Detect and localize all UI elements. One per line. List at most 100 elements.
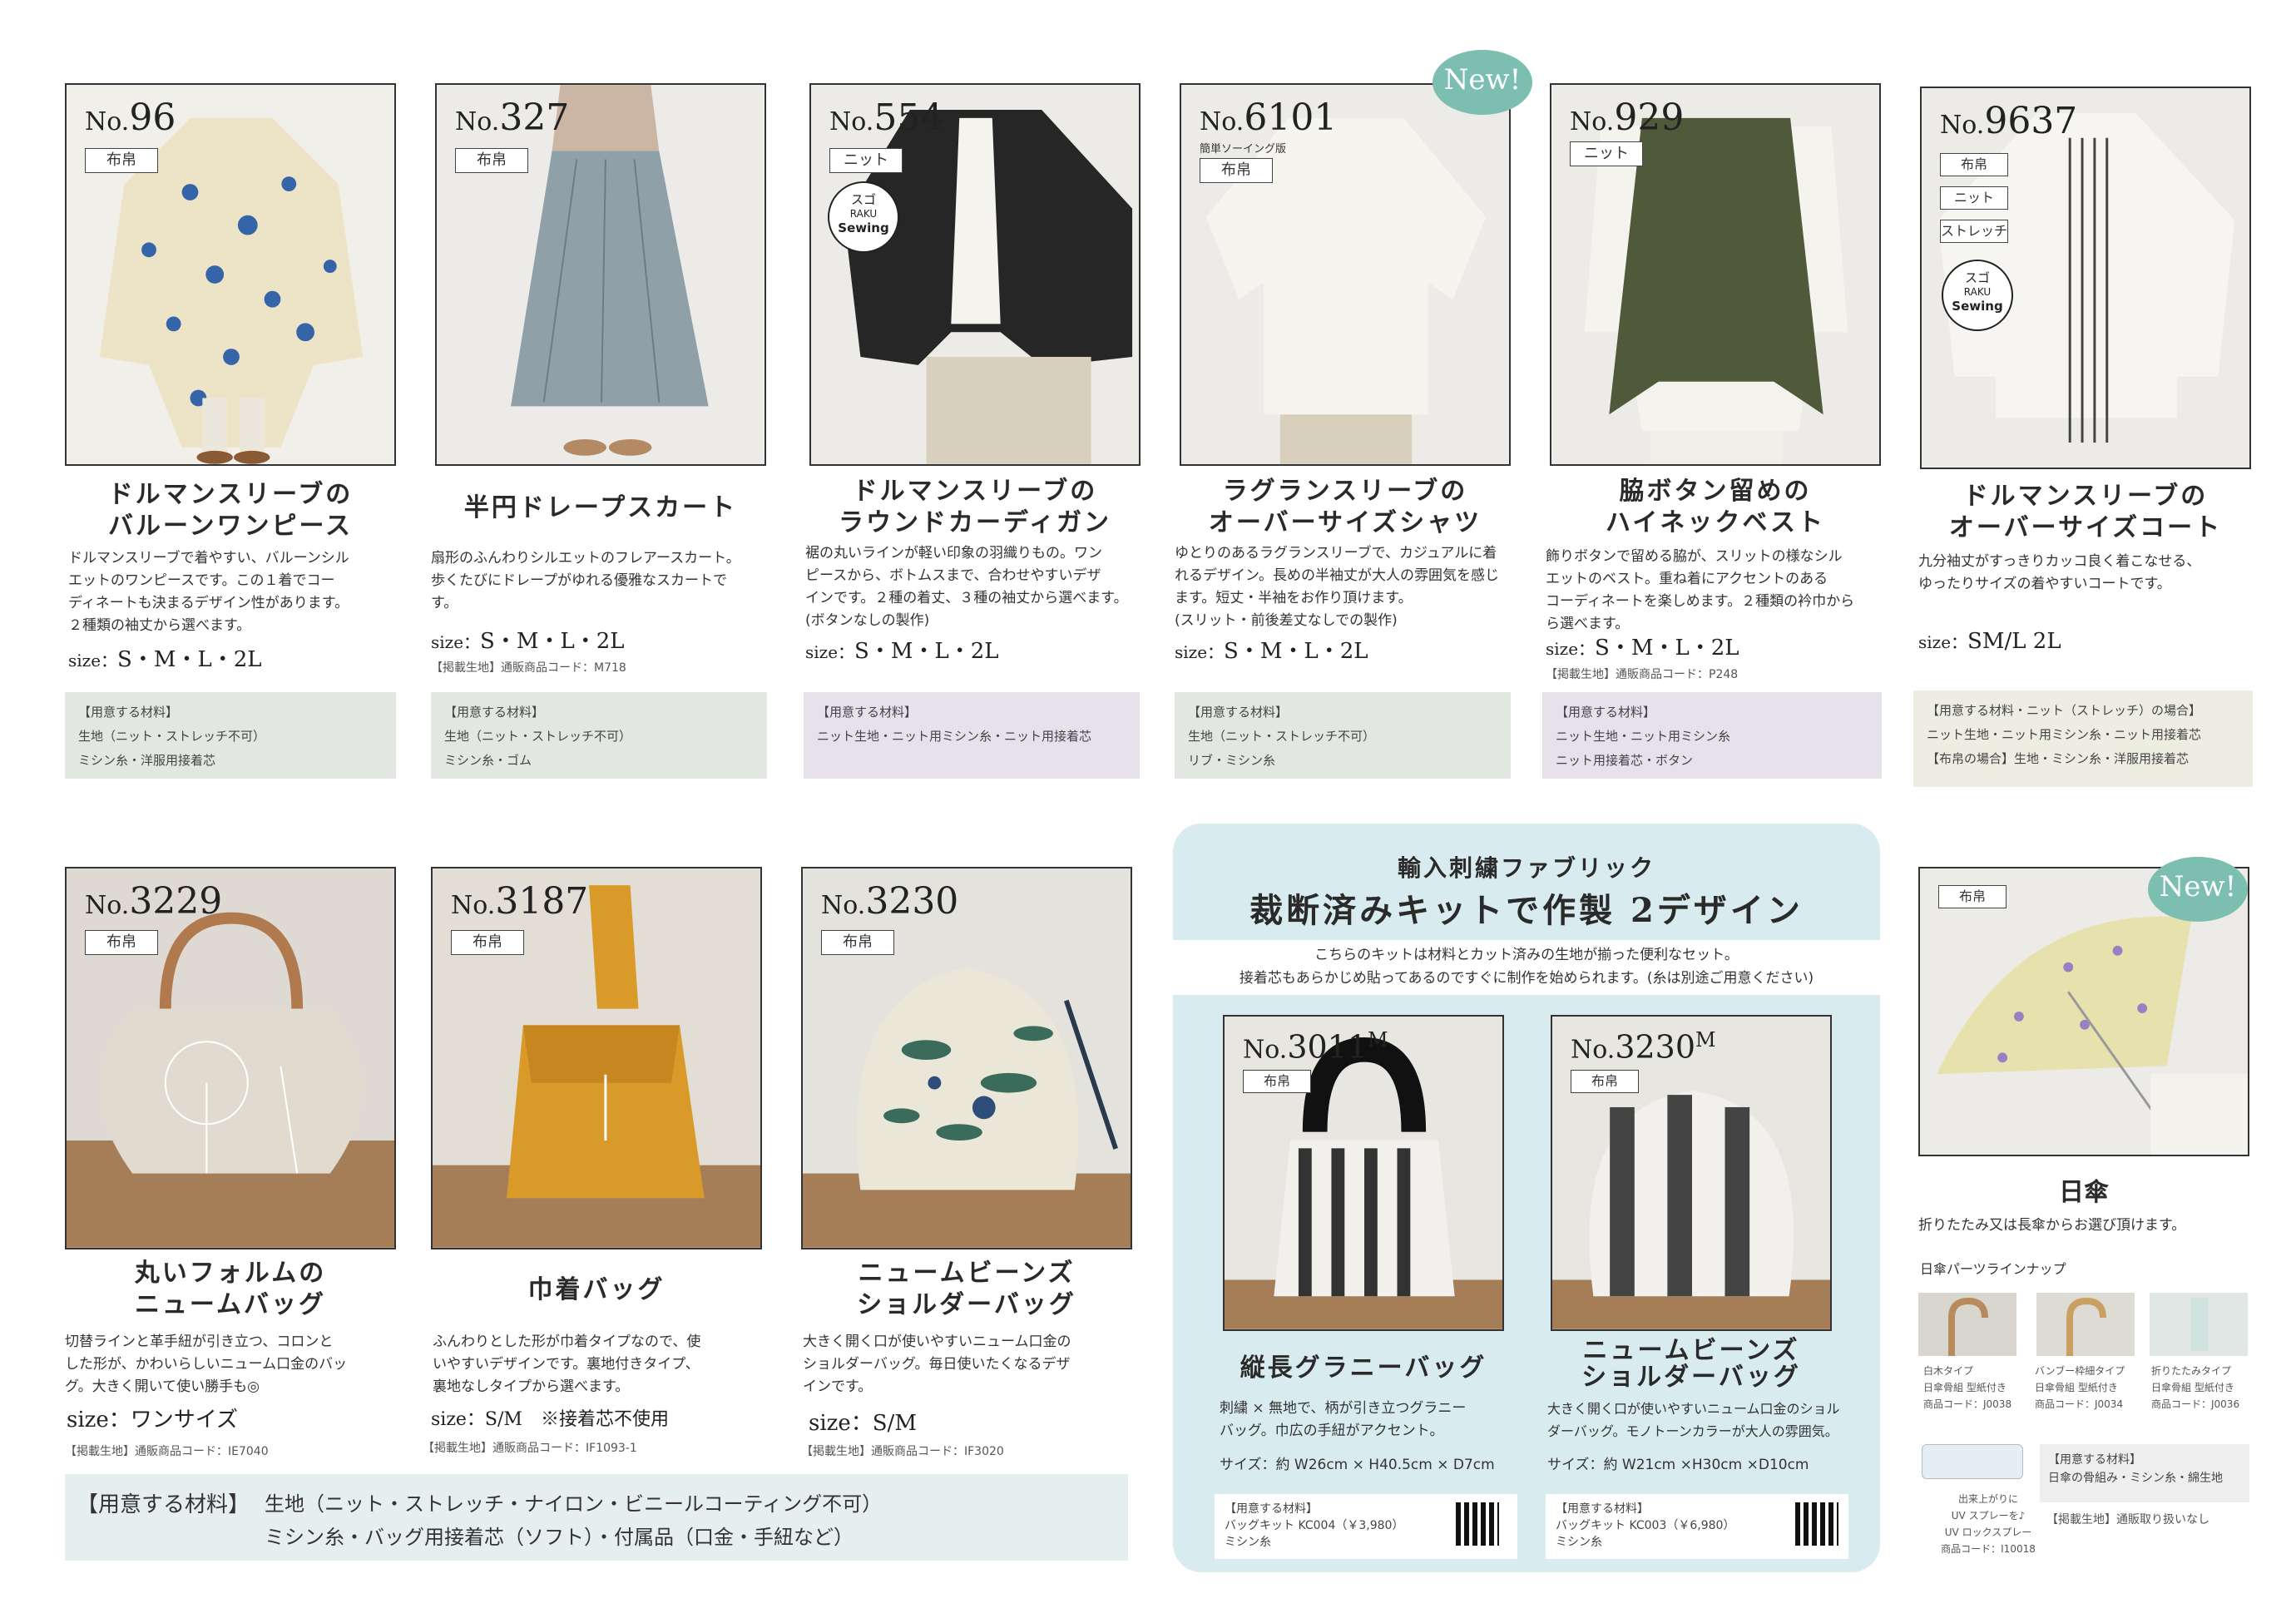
kit-intro: こちらのキットは材料とカット済みの生地が揃った便利なセット。 接着芯もあらかじめ貼… xyxy=(1173,940,1880,995)
bag-photo-3229: No.3229 布帛 xyxy=(65,867,396,1249)
uv-spray-info: 出来上がりに UV スプレーを♪ UV ロックスプレー 商品コード：I10018 xyxy=(1941,1493,2036,1555)
part-photo-1 xyxy=(1918,1293,2016,1356)
fabric-tag: 布帛 xyxy=(451,930,524,955)
product-title: ラグランスリーブの オーバーサイズシャツ xyxy=(1208,477,1482,537)
fabric-tag: 布帛 xyxy=(85,930,158,955)
kit-size: サイズ：約 W26cm × H40.5cm × D7cm xyxy=(1220,1457,1495,1473)
part-info: 白木タイプ 日傘骨組 型紙付き 商品コード：J0038 xyxy=(1923,1365,2012,1410)
size-range: size：ワンサイズ xyxy=(67,1408,238,1432)
fabric-tag: ニット xyxy=(829,148,903,173)
part-info: 折りたたみタイプ 日傘骨組 型紙付き 商品コード：J0036 xyxy=(2151,1365,2240,1410)
product-photo-554: No.554 ニット スゴ RAKU Sewing xyxy=(809,83,1141,466)
fabric-tag: 布帛 xyxy=(455,148,528,173)
product-description: 飾りボタンで留める脇が、スリットの様なシル エットのベスト。重ね着にアクセントのあ… xyxy=(1546,548,1855,632)
kit-description: 刺繍 × 無地で、柄が引き立つグラニー バッグ。巾広の手紐がアクセント。 xyxy=(1220,1400,1467,1439)
skirt-illustration xyxy=(437,85,765,464)
raku-sewing-badge: スゴ RAKU Sewing xyxy=(828,181,899,253)
stretch-tag: ストレッチ xyxy=(1940,220,2008,243)
fabric-code: 【掲載生地】通販商品コード：M718 xyxy=(431,661,626,675)
drawstring-bag-illustration xyxy=(433,868,760,1248)
new-badge: New! xyxy=(1433,50,1532,115)
product-number: No.96 xyxy=(85,96,176,139)
materials-box: 【用意する材料】 生地（ニット・ストレッチ不可） リブ・ミシン糸 xyxy=(1175,692,1511,779)
bag-materials-line2: ミシン糸・バッグ用接着芯（ソフト）・付属品（口金・手紐など） xyxy=(265,1526,854,1549)
new-badge: New! xyxy=(2148,857,2248,922)
kit-heading-large: 裁断済みキットで作製 2デザイン xyxy=(1249,891,1804,930)
kit-description: 大きく開く口が使いやすいニューム口金のショル ダーバッグ。モノトーンカラーが大人の… xyxy=(1547,1401,1840,1439)
part-photo-3 xyxy=(2150,1293,2248,1356)
materials-box: 【用意する材料】 生地（ニット・ストレッチ不可） ミシン糸・洋服用接着芯 xyxy=(65,692,396,779)
size-range: size：S・M・L・2L xyxy=(431,629,625,654)
product-description: 裾の丸いラインが軽い印象の羽織りもの。ワン ピースから、ボトムスまで、合わせやすい… xyxy=(805,545,1128,629)
product-number: No.3230M xyxy=(1571,1028,1716,1066)
folding-umbrella-icon xyxy=(2191,1298,2208,1351)
kit-photo-3230: No.3230M 布帛 xyxy=(1551,1015,1832,1331)
kit-heading-small: 輸入刺繍ファブリック xyxy=(1397,854,1655,882)
product-title: ドルマンスリーブの オーバーサイズコート xyxy=(1948,482,2223,542)
dress-illustration xyxy=(67,85,394,464)
product-description: 大きく開く口が使いやすいニューム口金の ショルダーバッグ。毎日使いたくなるデザ イン… xyxy=(803,1334,1071,1395)
uv-spray-icon xyxy=(1922,1444,2023,1479)
product-number: No.3229 xyxy=(85,880,223,923)
fabric-code: 【掲載生地】通販商品コード：P248 xyxy=(1546,668,1739,681)
materials-box: 【用意する材料・ニット（ストレッチ）の場合】 ニット生地・ニット用ミシン糸・ニット… xyxy=(1913,690,2253,787)
product-photo-929: No.929 ニット xyxy=(1550,83,1881,466)
size-range: size：S・M・L・2L xyxy=(68,647,262,672)
bag-photo-3230: No.3230 布帛 xyxy=(801,867,1132,1249)
raku-sewing-badge: スゴ RAKU Sewing xyxy=(1942,260,2013,331)
product-title: ドルマンスリーブの バルーンワンピース xyxy=(107,480,354,541)
size-range: size：S/M xyxy=(809,1411,917,1436)
product-title: 脇ボタン留めの ハイネックベスト xyxy=(1606,477,1825,537)
product-number: No.3011M xyxy=(1243,1028,1388,1066)
bamboo-handle-icon xyxy=(2066,1297,2106,1356)
product-description: 九分袖丈がすっきりカッコ良く着こなせる、 ゆったりサイズの着やすいコートです。 xyxy=(1918,553,2201,592)
product-title: 半円ドレープスカート xyxy=(463,493,738,522)
umbrella-fabric-note: 【掲載生地】通販取り扱いなし xyxy=(2046,1513,2209,1527)
product-number: No.554 xyxy=(829,96,944,139)
product-number: No.6101 xyxy=(1200,96,1338,139)
size-range: size：S・M・L・2L xyxy=(805,639,999,664)
product-subtitle: 簡単ソーイング版 xyxy=(1200,143,1287,156)
round-bag-illustration xyxy=(67,868,394,1248)
bag-materials-line1: 生地（ニット・ストレッチ・ナイロン・ビニールコーティング不可） xyxy=(265,1492,883,1516)
fabric-tag: 布帛 xyxy=(1200,158,1273,183)
product-number: No.3187 xyxy=(451,880,589,923)
materials-box: 【用意する材料】 ニット生地・ニット用ミシン糸 ニット用接着芯・ボタン xyxy=(1542,692,1882,779)
size-range: size：S・M・L・2L xyxy=(1175,639,1368,664)
bag-photo-3187: No.3187 布帛 xyxy=(431,867,762,1249)
product-photo-6101: No.6101 簡単ソーイング版 布帛 xyxy=(1180,83,1511,466)
product-title: 巾着バッグ xyxy=(527,1275,666,1304)
product-description: ふんわりとした形が巾着タイプなので、使 いやすいデザインです。裏地付きタイプ、 裏地… xyxy=(433,1334,701,1395)
fabric-tag: ニット xyxy=(1570,141,1643,166)
fabric-tag: 布帛 xyxy=(1243,1070,1311,1093)
materials-box: 【用意する材料】 ニット生地・ニット用ミシン糸・ニット用接着芯 xyxy=(804,692,1140,779)
umbrella-materials-box: 【用意する材料】 日傘の骨組み・ミシン糸・綿生地 xyxy=(2040,1444,2249,1502)
fabric-tag: 布帛 xyxy=(85,148,158,173)
umbrella-parts-heading: 日傘パーツラインナップ xyxy=(1920,1261,2066,1277)
part-photo-2 xyxy=(2036,1293,2135,1356)
bag-materials-box: 【用意する材料】 生地（ニット・ストレッチ・ナイロン・ビニールコーティング不可）… xyxy=(65,1474,1128,1561)
part-info: バンブー枠細タイプ 日傘骨組 型紙付き 商品コード：J0034 xyxy=(2035,1365,2125,1410)
kit-title: ニュームビーンズ ショルダーバッグ xyxy=(1581,1336,1801,1392)
fabric-code: 【掲載生地】通販商品コード：IF3020 xyxy=(801,1445,1004,1458)
kit-size: サイズ：約 W21cm ×H30cm ×D10cm xyxy=(1547,1457,1809,1473)
umbrella-title: 日傘 xyxy=(2059,1178,2109,1207)
bag-materials-label: 【用意する材料】 xyxy=(77,1492,250,1517)
size-range: size：SM/L 2L xyxy=(1918,629,2061,654)
fabric-tag: 布帛 xyxy=(1940,153,2008,176)
product-photo-327: No.327 布帛 xyxy=(435,83,766,466)
fabric-tag: 布帛 xyxy=(1938,885,2007,908)
product-number: No.3230 xyxy=(821,880,959,923)
product-description: 扇形のふんわりシルエットのフレアースカート。 歩くたびにドレープがゆれる優雅なスカ… xyxy=(431,550,740,611)
fabric-code: 【掲載生地】通販商品コード：IE7040 xyxy=(65,1445,269,1458)
materials-box: 【用意する材料】 生地（ニット・ストレッチ不可） ミシン糸・ゴム xyxy=(431,692,767,779)
qr-code-icon[interactable] xyxy=(1795,1502,1838,1546)
fabric-code: 【掲載生地】通販商品コード：IF1093-1 xyxy=(423,1442,637,1455)
shoulder-bag-illustration xyxy=(803,868,1131,1248)
cardigan-illustration xyxy=(811,85,1139,464)
size-range: size：S/M ※接着芯不使用 xyxy=(431,1409,669,1430)
product-description: 切替ラインと革手紐が引き立つ、コロンと した形が、かわいらしいニューム口金のバッグ… xyxy=(65,1334,348,1395)
product-photo-9637: No.9637 布帛 ニット ストレッチ スゴ RAKU Sewing xyxy=(1920,87,2251,469)
kit-photo-3011: No.3011M 布帛 xyxy=(1223,1015,1504,1331)
qr-code-icon[interactable] xyxy=(1456,1502,1499,1546)
